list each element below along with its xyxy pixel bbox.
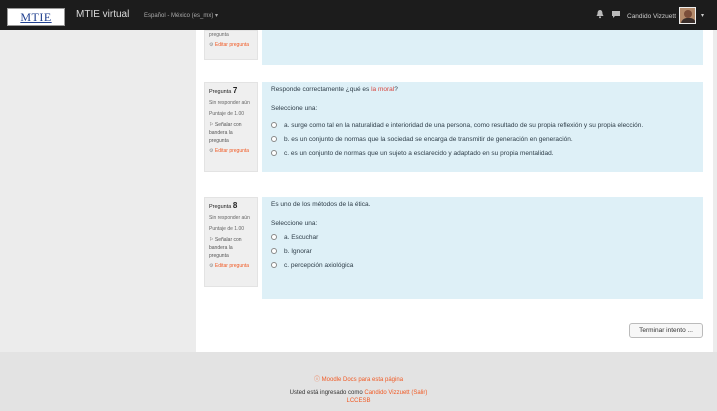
question-keyword: la moral: [371, 86, 395, 93]
edit-question-link-partial[interactable]: Editar pregunta: [215, 42, 249, 48]
question-status: Sin responder aún: [209, 100, 250, 106]
gear-icon: ⚙: [209, 148, 214, 154]
main-content-panel: [196, 30, 713, 352]
help-icon: ⓘ: [313, 377, 320, 383]
radio-button[interactable]: [271, 136, 277, 142]
question-7-info: Pregunta 7 Sin responder aún Puntaje de …: [204, 82, 258, 172]
select-one-label: Seleccione una:: [271, 105, 318, 112]
profile-link[interactable]: Candido Vizzuett: [364, 390, 409, 396]
question-text: Responde correctamente ¿qué es la moral?: [271, 86, 398, 93]
site-brand-link[interactable]: MTIE virtual: [76, 9, 129, 20]
radio-button[interactable]: [271, 150, 277, 156]
question-7-content: Responde correctamente ¿qué es la moral?…: [262, 82, 703, 172]
gear-icon: ⚙: [209, 263, 214, 269]
question-8-content: Es uno de los métodos de la ética. Selec…: [262, 197, 703, 299]
flag-question-toggle[interactable]: ⚐ Señalar con bandera la pregunta: [209, 236, 253, 260]
flag-icon: ⚐: [209, 237, 214, 243]
question-number: 7: [232, 86, 238, 95]
logged-in-info: Usted está ingresado como Candido Vizzue…: [289, 390, 428, 396]
flag-question-label-partial[interactable]: pregunta: [209, 31, 253, 39]
flag-question-label: Señalar con bandera la pregunta: [209, 237, 242, 259]
flag-question-label: Señalar con bandera la pregunta: [209, 122, 242, 144]
logout-link[interactable]: (Salir): [411, 390, 427, 396]
edit-question-label: Editar pregunta: [214, 263, 250, 269]
top-navbar: MTIE MTIE virtual Español - México (es_m…: [0, 0, 717, 30]
question-8-info: Pregunta 8 Sin responder aún Puntaje de …: [204, 197, 258, 287]
question-label: Pregunta: [209, 204, 232, 210]
question-6-info-partial: pregunta ⚙ Editar pregunta: [204, 30, 258, 60]
bell-icon[interactable]: [595, 9, 605, 19]
answer-option-b[interactable]: b. Ignorar: [271, 244, 694, 258]
answer-option-a[interactable]: a. surge como tal en la naturalidad e in…: [271, 118, 694, 132]
edit-question-label: Editar pregunta: [214, 148, 250, 154]
radio-button[interactable]: [271, 122, 277, 128]
question-text: Es uno de los métodos de la ética.: [271, 201, 371, 208]
language-menu[interactable]: Español - México (es_mx) ▾: [144, 12, 218, 19]
finish-attempt-button[interactable]: Terminar intento ...: [629, 323, 703, 338]
question-score: Puntaje de 1.00: [209, 226, 245, 232]
site-logo[interactable]: MTIE: [7, 8, 65, 26]
select-one-label: Seleccione una:: [271, 220, 318, 227]
user-name[interactable]: Candido Vizzuett: [627, 13, 676, 20]
question-6-content-partial: [262, 30, 703, 65]
message-icon[interactable]: [611, 9, 621, 19]
flag-question-toggle[interactable]: ⚐ Señalar con bandera la pregunta: [209, 121, 253, 145]
radio-button[interactable]: [271, 234, 277, 240]
answer-option-b[interactable]: b. es un conjunto de normas que la socie…: [271, 132, 694, 146]
answer-option-c[interactable]: c. percepción axiológica: [271, 258, 694, 272]
page-footer: ⓘ Moodle Docs para esta página Usted est…: [0, 352, 717, 411]
course-link[interactable]: LCCESB: [0, 398, 717, 404]
user-avatar[interactable]: [679, 7, 696, 24]
answer-option-a[interactable]: a. Escuchar: [271, 230, 694, 244]
question-number: 8: [232, 201, 238, 210]
radio-button[interactable]: [271, 248, 277, 254]
question-label: Pregunta: [209, 89, 232, 95]
radio-button[interactable]: [271, 262, 277, 268]
user-menu-caret[interactable]: ▾: [701, 12, 704, 19]
answer-option-c[interactable]: c. es un conjunto de normas que un sujet…: [271, 146, 694, 160]
moodle-docs-link[interactable]: ⓘ Moodle Docs para esta página: [0, 374, 717, 383]
flag-icon: ⚐: [209, 122, 214, 128]
question-score: Puntaje de 1.00: [209, 111, 245, 117]
gear-icon: ⚙: [209, 42, 214, 48]
edit-question-link[interactable]: ⚙ Editar pregunta: [209, 147, 253, 155]
question-status: Sin responder aún: [209, 215, 250, 221]
edit-question-link[interactable]: ⚙ Editar pregunta: [209, 262, 253, 270]
